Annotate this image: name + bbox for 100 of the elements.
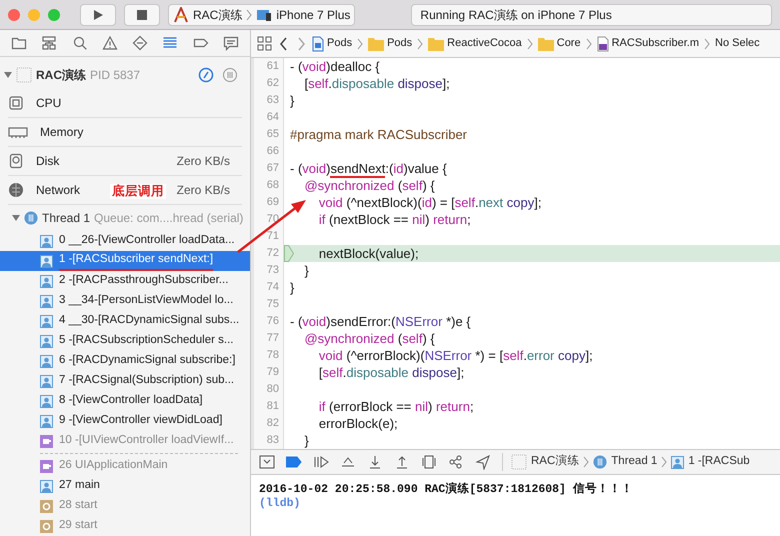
- view-hierarchy-icon[interactable]: [421, 454, 437, 470]
- stack-frame-row[interactable]: 9 -[ViewController viewDidLoad]: [0, 411, 250, 431]
- code-line: - (void)dealloc {: [290, 59, 380, 74]
- app-frame-icon: [16, 67, 32, 83]
- code-line: }: [290, 280, 294, 295]
- folder-icon[interactable]: [11, 35, 28, 51]
- chevron-icon: [583, 456, 590, 468]
- line-number: 69: [266, 195, 279, 210]
- hierarchy-icon[interactable]: [41, 35, 58, 51]
- line-number: 67: [266, 161, 279, 176]
- memory-graph-icon[interactable]: [448, 454, 464, 470]
- app-frame-icon: [511, 454, 527, 470]
- stack-frame-label: 8 -[ViewController loadData]: [59, 393, 203, 408]
- cpu-chip-icon: [8, 95, 24, 111]
- debug-path-item[interactable]: 1 -[RACSub: [688, 453, 750, 471]
- debug-path-item[interactable]: Thread 1: [611, 453, 658, 471]
- run-button[interactable]: [80, 4, 116, 26]
- code-line: }: [303, 433, 309, 448]
- app-icon: [173, 6, 189, 22]
- stop-icon: [136, 8, 148, 20]
- play-icon: [92, 8, 104, 20]
- code-line: }: [290, 93, 294, 108]
- warning-icon[interactable]: [102, 35, 118, 51]
- step-in-icon[interactable]: [367, 454, 383, 470]
- stack-frame-row[interactable]: 5 -[RACSubscriptionScheduler s...: [0, 331, 250, 351]
- thread-name: Thread 1: [42, 210, 90, 227]
- line-number: 63: [266, 93, 279, 108]
- breadcrumb-item[interactable]: Pods: [327, 35, 352, 52]
- line-number: 68: [266, 178, 279, 194]
- folder-icon: [368, 36, 384, 50]
- search-icon[interactable]: [72, 35, 88, 51]
- instruction-pointer-icon: [284, 245, 294, 262]
- line-number: 71: [266, 229, 279, 244]
- gauge-label: CPU: [36, 95, 62, 112]
- chevron-icon: [704, 38, 710, 50]
- breadcrumb-item[interactable]: ReactiveCocoa: [447, 35, 522, 52]
- grid-icon[interactable]: [257, 36, 273, 52]
- gauge-value: Zero KB/s: [176, 182, 230, 199]
- chevron-icon: [586, 38, 592, 50]
- code-line: void (^nextBlock)(id) = [self.next copy];: [318, 195, 542, 210]
- message-icon[interactable]: [222, 35, 239, 51]
- stack-frame-label: 5 -[RACSubscriptionScheduler s...: [59, 333, 234, 348]
- stack-frame-row[interactable]: 4 __30-[RACDynamicSignal subs...: [0, 311, 250, 331]
- code-line: nextBlock(value);: [318, 246, 419, 261]
- stop-button[interactable]: [124, 4, 160, 26]
- document-icon: [596, 36, 609, 52]
- step-out-icon[interactable]: [394, 454, 410, 470]
- breakpoint-icon[interactable]: [286, 456, 302, 468]
- folder-icon: [538, 36, 554, 50]
- person-icon: [40, 234, 53, 248]
- scheme-target: RAC演练: [193, 6, 242, 24]
- stack-frame-label: 10 -[UIViewController loadViewIf...: [59, 433, 234, 448]
- document-icon: [312, 36, 324, 52]
- debug-path-item[interactable]: RAC演练: [531, 453, 580, 471]
- breadcrumb-item[interactable]: No Selec: [715, 35, 760, 52]
- line-number: 82: [266, 416, 279, 432]
- stack-frame-label: 29 start: [59, 518, 98, 534]
- thread-icon: [593, 455, 608, 469]
- stack-frame-row[interactable]: 7 -[RACSignal(Subscription) sub...: [0, 371, 250, 391]
- stack-frame-row[interactable]: 6 -[RACDynamicSignal subscribe:]: [0, 351, 250, 371]
- line-number: 64: [266, 110, 279, 126]
- person-icon: [671, 456, 684, 468]
- line-number: 81: [266, 399, 279, 414]
- thread-icon: [24, 211, 38, 225]
- line-number: 77: [266, 331, 279, 346]
- stack-frame-label: 28 start: [59, 498, 98, 514]
- console-output: 2016-10-02 20:25:58.090 RAC演练[5837:1812608] 信号！！！: [259, 483, 634, 497]
- disclosure-triangle-icon[interactable]: [4, 71, 12, 79]
- threads-icon[interactable]: [222, 67, 238, 83]
- breadcrumb-item[interactable]: Core: [556, 35, 581, 52]
- gauge-label: Memory: [40, 124, 84, 141]
- location-icon[interactable]: [475, 454, 491, 470]
- diamond-icon[interactable]: [132, 35, 148, 51]
- gauge-label: Network: [36, 182, 80, 199]
- breadcrumb-item[interactable]: Pods: [387, 35, 412, 52]
- line-number: 73: [266, 263, 279, 278]
- disclosure-triangle-icon[interactable]: [12, 214, 20, 222]
- stack-frame-row[interactable]: 8 -[ViewController loadData]: [0, 391, 250, 411]
- scheme-device: iPhone 7 Plus: [276, 6, 350, 24]
- line-number: 80: [266, 382, 279, 398]
- gauge-icon[interactable]: [198, 67, 214, 83]
- stack-frame-label: 0 __26-[ViewController loadData...: [59, 233, 235, 248]
- stack-frame-row[interactable]: 0 __26-[ViewController loadData...: [0, 231, 250, 251]
- process-pid: PID 5837: [90, 67, 140, 84]
- stack-frame-label: 2 -[RACPassthroughSubscriber...: [59, 273, 228, 288]
- stack-frame-row[interactable]: 27 main: [0, 476, 250, 496]
- breadcrumb-item[interactable]: RACSubscriber.m: [612, 35, 700, 52]
- stack-frame-row[interactable]: 1 -[RACSubscriber sendNext:]: [0, 251, 250, 271]
- scheme-selector[interactable]: RAC演练 iPhone 7 Plus: [168, 4, 356, 26]
- chevron-icon: [246, 8, 252, 20]
- stack-frame-label: 1 -[RACSubscriber sendNext:]: [59, 251, 214, 271]
- continue-icon[interactable]: [313, 454, 329, 470]
- console-prompt: (lldb): [259, 497, 302, 511]
- line-number: 62: [266, 76, 279, 92]
- stack-frame-label: 9 -[ViewController viewDidLoad]: [59, 413, 222, 428]
- stack-frame-row[interactable]: 2 -[RACPassthroughSubscriber...: [0, 271, 250, 291]
- line-number: 61: [266, 59, 279, 74]
- stack-frame-row[interactable]: 3 __34-[PersonListViewModel lo...: [0, 291, 250, 311]
- person-icon: [40, 314, 53, 328]
- hide-console-icon[interactable]: [259, 454, 275, 470]
